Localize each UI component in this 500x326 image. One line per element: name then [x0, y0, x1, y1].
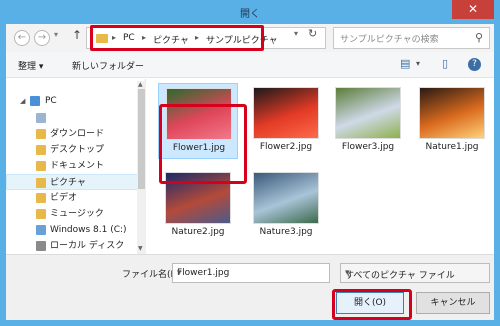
- cancel-button[interactable]: キャンセル: [416, 292, 490, 314]
- filetype-dropdown-icon[interactable]: ▾: [345, 268, 484, 278]
- file-name: Nature3.jpg: [259, 227, 313, 237]
- preview-pane-icon[interactable]: ▯: [442, 57, 448, 70]
- sidebar-item-desktop[interactable]: デスクトップ: [6, 142, 144, 158]
- file-name: Flower2.jpg: [259, 142, 313, 152]
- view-dropdown-icon[interactable]: ▾: [416, 59, 420, 68]
- sidebar-item-label: PC: [45, 96, 57, 106]
- drive-c-icon: [36, 225, 46, 235]
- selected-file-highlight: [159, 104, 247, 184]
- videos-icon: [36, 193, 46, 203]
- scroll-down-icon[interactable]: ▼: [138, 245, 143, 252]
- recent-dropdown-icon[interactable]: ▾: [54, 30, 58, 39]
- toolbar: 整理 ▾ 新しいフォルダー ▤ ▾ ▯ ?: [6, 52, 494, 78]
- window-title: 開く: [240, 9, 260, 20]
- file-item[interactable]: Nature1.jpg: [412, 83, 492, 159]
- sidebar-item-label: ビデオ: [50, 193, 78, 203]
- sidebar-item-pc[interactable]: ◢ PC: [6, 93, 144, 109]
- close-button[interactable]: ✕: [452, 0, 494, 19]
- sidebar-item-user[interactable]: [6, 110, 144, 126]
- sidebar-scrollbar[interactable]: ▲ ▼: [137, 81, 146, 254]
- dialog-footer: ファイル名(N): Flower1.jpg ▾ すべてのピクチャ ファイル ▾ …: [6, 254, 494, 320]
- thumbnail-image: [253, 87, 319, 139]
- file-name: Nature1.jpg: [425, 142, 479, 152]
- user-folder-icon: [36, 113, 46, 123]
- file-name: Flower3.jpg: [341, 142, 395, 152]
- downloads-icon: [36, 129, 46, 139]
- sidebar-item-label: ドキュメント: [50, 161, 105, 171]
- organize-button[interactable]: 整理 ▾: [18, 59, 43, 72]
- filename-field[interactable]: Flower1.jpg ▾: [172, 263, 330, 283]
- documents-icon: [36, 161, 46, 171]
- file-item[interactable]: Flower3.jpg: [328, 83, 408, 159]
- sidebar-item-drive-d[interactable]: ローカル ディスク (D:): [6, 238, 144, 267]
- sidebar-item-downloads[interactable]: ダウンロード: [6, 126, 144, 142]
- collapse-arrow-icon[interactable]: ◢: [20, 93, 25, 109]
- sidebar-item-pictures[interactable]: ピクチャ: [6, 174, 144, 190]
- sidebar-item-label: ピクチャ: [50, 178, 86, 188]
- sidebar-item-label: ミュージック: [50, 209, 104, 219]
- forward-icon[interactable]: →: [34, 30, 50, 46]
- open-dialog: 開く ✕ ← → ▾ ↑ ▸ PC ▸ ピクチャ ▸ サンプルピクチャ ▾ ↻ …: [0, 0, 500, 326]
- navigation-pane: ◢ PC ダウンロード デスクトップ ドキュメント ピクチャ ビデオ ミュージッ…: [6, 79, 146, 267]
- sidebar-item-music[interactable]: ミュージック: [6, 206, 144, 222]
- music-icon: [36, 209, 46, 219]
- file-item[interactable]: Nature3.jpg: [246, 168, 326, 244]
- pc-icon: [30, 96, 40, 106]
- address-highlight: [90, 25, 264, 51]
- sidebar-item-documents[interactable]: ドキュメント: [6, 158, 144, 174]
- pictures-icon: [36, 178, 46, 188]
- help-icon[interactable]: ?: [468, 58, 481, 71]
- search-input[interactable]: サンプルピクチャの検索 ⚲: [333, 27, 490, 49]
- thumbnail-image: [419, 87, 485, 139]
- filename-dropdown-icon[interactable]: ▾: [177, 268, 325, 278]
- open-button-highlight: [332, 289, 412, 320]
- sidebar-item-label: Windows 8.1 (C:): [50, 225, 127, 235]
- filetype-select[interactable]: すべてのピクチャ ファイル ▾: [340, 263, 490, 283]
- sidebar-item-label: デスクトップ: [50, 145, 105, 155]
- search-icon[interactable]: ⚲: [475, 31, 483, 44]
- scroll-up-icon[interactable]: ▲: [138, 81, 143, 88]
- file-item[interactable]: Flower2.jpg: [246, 83, 326, 159]
- thumbnail-image: [253, 172, 319, 224]
- file-name: Nature2.jpg: [171, 227, 225, 237]
- up-icon[interactable]: ↑: [72, 28, 82, 42]
- thumbnail-image: [335, 87, 401, 139]
- sidebar-item-drive-c[interactable]: Windows 8.1 (C:): [6, 222, 144, 238]
- drive-d-icon: [36, 241, 46, 251]
- address-dropdown-icon[interactable]: ▾: [294, 29, 298, 38]
- dialog-client: ← → ▾ ↑ ▸ PC ▸ ピクチャ ▸ サンプルピクチャ ▾ ↻ サンプルピ…: [6, 24, 494, 320]
- scrollbar-thumb[interactable]: [138, 89, 145, 189]
- search-placeholder: サンプルピクチャの検索: [340, 35, 439, 45]
- title-bar[interactable]: 開く ✕: [0, 0, 500, 24]
- desktop-icon: [36, 145, 46, 155]
- sidebar-item-label: ダウンロード: [50, 129, 105, 139]
- view-icon[interactable]: ▤: [400, 57, 410, 70]
- sidebar-item-videos[interactable]: ビデオ: [6, 190, 144, 206]
- back-icon[interactable]: ←: [14, 30, 30, 46]
- new-folder-button[interactable]: 新しいフォルダー: [72, 59, 144, 72]
- refresh-icon[interactable]: ↻: [308, 27, 317, 40]
